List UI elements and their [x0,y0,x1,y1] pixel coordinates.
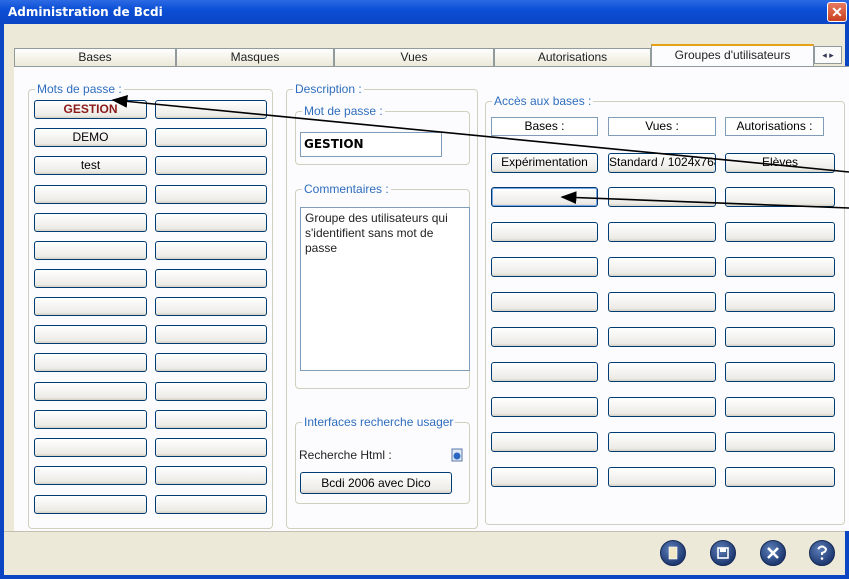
access-slot-empty[interactable] [608,292,716,312]
interfaces-label: Interfaces recherche usager [302,415,456,429]
password-field-label: Mot de passe : [302,104,385,118]
access-slot-empty[interactable] [491,257,598,277]
access-slot-empty[interactable] [725,327,835,347]
comments-label: Commentaires : [302,182,391,196]
save-icon[interactable] [710,540,736,566]
access-base-cell[interactable]: Expérimentation [491,153,598,173]
password-slot-empty[interactable] [34,241,147,260]
title-bar: Administration de Bcdi ✕ [0,0,849,24]
access-slot-empty[interactable] [725,187,835,207]
html-file-icon[interactable] [451,448,463,462]
access-authorization-cell[interactable]: Elèves [725,153,835,173]
comments-field[interactable]: Groupe des utilisateurs qui s'identifien… [300,207,470,371]
password-slot-empty[interactable] [155,466,267,485]
access-slot-empty[interactable] [608,257,716,277]
password-slot-empty[interactable] [155,185,267,204]
passwords-group-label: Mots de passe : [35,82,124,96]
password-slot-empty[interactable] [155,325,267,344]
access-slot-empty[interactable] [725,292,835,312]
access-slot-empty[interactable] [491,187,598,207]
password-item-demo[interactable]: DEMO [34,128,147,147]
access-slot-empty[interactable] [608,327,716,347]
access-slot-empty[interactable] [608,397,716,417]
description-group-label: Description : [293,82,364,96]
html-search-label: Recherche Html : [299,448,392,462]
access-slot-empty[interactable] [608,222,716,242]
password-slot-empty[interactable] [34,353,147,372]
password-slot-empty[interactable] [155,438,267,457]
password-slot-empty[interactable] [34,466,147,485]
access-slot-empty[interactable] [491,222,598,242]
access-slot-empty[interactable] [608,362,716,382]
tab-strip: Bases Masques Vues Autorisations Groupes… [14,44,814,66]
password-slot-empty[interactable] [155,241,267,260]
access-slot-empty[interactable] [491,362,598,382]
window-title: Administration de Bcdi [8,5,163,19]
header-vues: Vues : [608,117,716,136]
cancel-icon[interactable] [760,540,786,566]
tab-scroll-arrows[interactable]: ◂ ▸ [814,46,842,64]
tab-vues[interactable]: Vues [334,48,494,66]
access-slot-empty[interactable] [725,432,835,452]
password-slot-empty[interactable] [155,213,267,232]
tab-masques[interactable]: Masques [176,48,334,66]
access-view-cell[interactable]: Standard / 1024x768 [608,153,716,173]
password-slot-empty[interactable] [155,100,267,119]
access-slot-empty[interactable] [725,257,835,277]
access-slot-empty[interactable] [491,397,598,417]
password-slot-empty[interactable] [155,353,267,372]
password-slot-empty[interactable] [155,297,267,316]
tab-bases[interactable]: Bases [14,48,176,66]
password-slot-empty[interactable] [34,438,147,457]
access-slot-empty[interactable] [491,467,598,487]
access-slot-empty[interactable] [608,187,716,207]
password-slot-empty[interactable] [34,382,147,401]
password-slot-empty[interactable] [34,297,147,316]
password-slot-empty[interactable] [34,185,147,204]
password-item-test[interactable]: test [34,156,147,175]
password-slot-empty[interactable] [34,269,147,288]
access-slot-empty[interactable] [725,397,835,417]
password-slot-empty[interactable] [34,213,147,232]
password-slot-empty[interactable] [155,269,267,288]
password-slot-empty[interactable] [155,156,267,175]
tab-panel: Mots de passe : Description : Mot de pas… [14,66,849,531]
password-slot-empty[interactable] [155,495,267,514]
bcdi-2006-dico-button[interactable]: Bcdi 2006 avec Dico [300,472,452,494]
window-frame-bottom [0,575,849,579]
access-slot-empty[interactable] [725,362,835,382]
access-slot-empty[interactable] [491,292,598,312]
document-icon[interactable] [660,540,686,566]
password-item-gestion[interactable]: GESTION [34,100,147,119]
password-slot-empty[interactable] [34,325,147,344]
password-slot-empty[interactable] [155,382,267,401]
access-group-label: Accès aux bases : [492,94,594,108]
access-slot-empty[interactable] [725,467,835,487]
help-icon[interactable] [809,540,835,566]
close-button[interactable]: ✕ [827,2,847,22]
access-slot-empty[interactable] [608,467,716,487]
password-slot-empty[interactable] [34,495,147,514]
bottom-toolbar [4,531,845,575]
access-slot-empty[interactable] [491,432,598,452]
window-frame-left [0,24,4,579]
header-bases: Bases : [491,117,598,136]
password-slot-empty[interactable] [34,410,147,429]
tab-autorisations[interactable]: Autorisations [494,48,651,66]
password-slot-empty[interactable] [155,410,267,429]
access-slot-empty[interactable] [491,327,598,347]
password-value-field[interactable]: GESTION [300,132,442,157]
access-slot-empty[interactable] [725,222,835,242]
access-slot-empty[interactable] [608,432,716,452]
password-slot-empty[interactable] [155,128,267,147]
header-autorisations: Autorisations : [725,117,824,136]
tab-groupes-utilisateurs[interactable]: Groupes d'utilisateurs [651,44,814,66]
